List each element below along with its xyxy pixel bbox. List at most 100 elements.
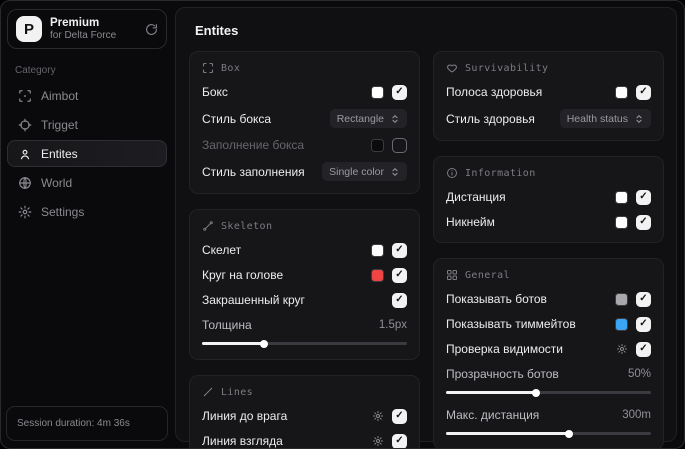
premium-title: Premium	[50, 16, 100, 29]
box-scan-icon	[202, 62, 214, 74]
sidebar-item-label: Aimbot	[41, 88, 79, 103]
globe-icon	[17, 176, 32, 190]
checkbox[interactable]	[636, 84, 651, 100]
setting-row: Стиль здоровья Health status	[446, 109, 651, 128]
color-swatch[interactable]	[371, 243, 384, 257]
setting-label: Прозрачность ботов	[446, 367, 559, 381]
checkbox[interactable]	[636, 316, 651, 332]
color-swatch[interactable]	[615, 317, 628, 331]
color-swatch[interactable]	[615, 292, 628, 306]
checkbox[interactable]	[392, 433, 407, 448]
setting-row: Бокс	[202, 84, 407, 100]
sidebar-item-world[interactable]: World	[7, 169, 167, 196]
color-swatch[interactable]	[371, 138, 384, 152]
slider-row: Макс. дистанция 300m	[446, 407, 651, 423]
setting-row: Заполнение бокса	[202, 137, 407, 153]
color-swatch[interactable]	[615, 215, 628, 229]
slider-value: 300m	[622, 409, 651, 421]
setting-label: Показывать тиммейтов	[446, 317, 576, 331]
checkbox[interactable]	[392, 242, 407, 258]
gear-icon	[17, 205, 32, 219]
section-title: Lines	[221, 386, 254, 398]
sidebar-item-label: Entites	[41, 146, 78, 161]
setting-label: Круг на голове	[202, 268, 284, 282]
section-title: Information	[465, 167, 536, 179]
category-label: Category	[15, 65, 56, 76]
chevrons-up-down-icon	[390, 114, 400, 124]
setting-row: Никнейм	[446, 214, 651, 230]
checkbox[interactable]	[636, 291, 651, 307]
premium-subtitle: for Delta Force	[50, 29, 117, 41]
setting-label: Никнейм	[446, 215, 495, 229]
fill-style-select[interactable]: Single color	[322, 162, 407, 181]
checkbox[interactable]	[392, 267, 407, 283]
setting-label: Линия взгляда	[202, 434, 283, 448]
color-swatch[interactable]	[371, 85, 384, 99]
setting-label: Макс. дистанция	[446, 408, 540, 422]
sidebar-item-label: World	[41, 175, 73, 190]
setting-label: Стиль заполнения	[202, 164, 305, 179]
sidebar-item-aimbot[interactable]: Aimbot	[7, 82, 167, 109]
bot-opacity-slider[interactable]	[446, 388, 651, 397]
color-swatch[interactable]	[615, 85, 628, 99]
checkbox[interactable]	[636, 189, 651, 205]
chevrons-up-down-icon	[634, 114, 644, 124]
thickness-slider[interactable]	[202, 339, 407, 348]
refresh-icon[interactable]	[145, 23, 158, 36]
setting-label: Показывать ботов	[446, 292, 547, 306]
max-distance-slider[interactable]	[446, 429, 651, 438]
checkbox[interactable]	[636, 341, 651, 357]
sidebar-item-entites[interactable]: Entites	[7, 140, 167, 167]
section-lines: Lines Линия до врага Линия взгляда	[189, 375, 420, 448]
slider-value: 1.5px	[378, 319, 407, 331]
setting-row: Проверка видимости	[446, 341, 651, 357]
setting-label: Закрашенный круг	[202, 293, 305, 307]
slider-thumb[interactable]	[259, 339, 268, 348]
slider-thumb[interactable]	[565, 429, 573, 438]
sidebar-nav: Aimbot Trigget Entites World Settings	[1, 82, 173, 225]
setting-label: Бокс	[202, 85, 228, 99]
checkbox[interactable]	[392, 408, 407, 424]
setting-row: Показывать ботов	[446, 291, 651, 307]
crosshair-icon	[17, 89, 32, 103]
setting-row: Стиль заполнения Single color	[202, 162, 407, 181]
setting-label: Заполнение бокса	[202, 138, 305, 152]
setting-label: Скелет	[202, 243, 242, 257]
health-style-select[interactable]: Health status	[559, 109, 651, 128]
box-style-select[interactable]: Rectangle	[329, 109, 407, 128]
setting-row: Линия взгляда	[202, 433, 407, 448]
main-panel: Entites Box Бокс ✓ Стиль бокса Rectangle…	[175, 7, 677, 448]
line-icon	[202, 386, 214, 398]
bone-icon	[202, 220, 214, 232]
slider-value: 50%	[627, 368, 651, 380]
sidebar-item-label: Settings	[41, 204, 85, 219]
section-general: General Показывать ботов Показывать тимм…	[433, 258, 664, 448]
info-icon	[446, 167, 458, 179]
sidebar-item-settings[interactable]: Settings	[7, 198, 167, 225]
checkbox[interactable]	[636, 214, 651, 230]
slider-row: Толщина 1.5px	[202, 317, 407, 333]
target-icon	[17, 118, 32, 132]
checkbox[interactable]	[392, 84, 407, 100]
gear-icon[interactable]	[372, 410, 384, 422]
app-window: P Premium for Delta Force Category Aimbo…	[0, 0, 685, 449]
slider-thumb[interactable]	[532, 388, 541, 397]
setting-row: Круг на голове	[202, 267, 407, 283]
sidebar-item-trigget[interactable]: Trigget	[7, 111, 167, 138]
setting-row: Полоса здоровья	[446, 84, 651, 100]
setting-label: Стиль бокса	[202, 111, 272, 126]
checkbox[interactable]	[392, 137, 407, 153]
setting-label: Стиль здоровья	[446, 111, 535, 126]
section-information: Information Дистанция Никнейм	[433, 156, 664, 243]
color-swatch[interactable]	[371, 268, 384, 282]
setting-label: Толщина	[202, 318, 252, 332]
section-skeleton: Skeleton Скелет Круг на голове	[189, 209, 420, 360]
gear-icon[interactable]	[372, 435, 384, 447]
color-swatch[interactable]	[615, 190, 628, 204]
grid-icon	[446, 269, 458, 281]
gear-icon[interactable]	[616, 343, 628, 355]
setting-row: Показывать тиммейтов	[446, 316, 651, 332]
heart-icon	[446, 62, 458, 74]
checkbox[interactable]	[392, 292, 407, 308]
setting-label: Проверка видимости	[446, 342, 563, 356]
